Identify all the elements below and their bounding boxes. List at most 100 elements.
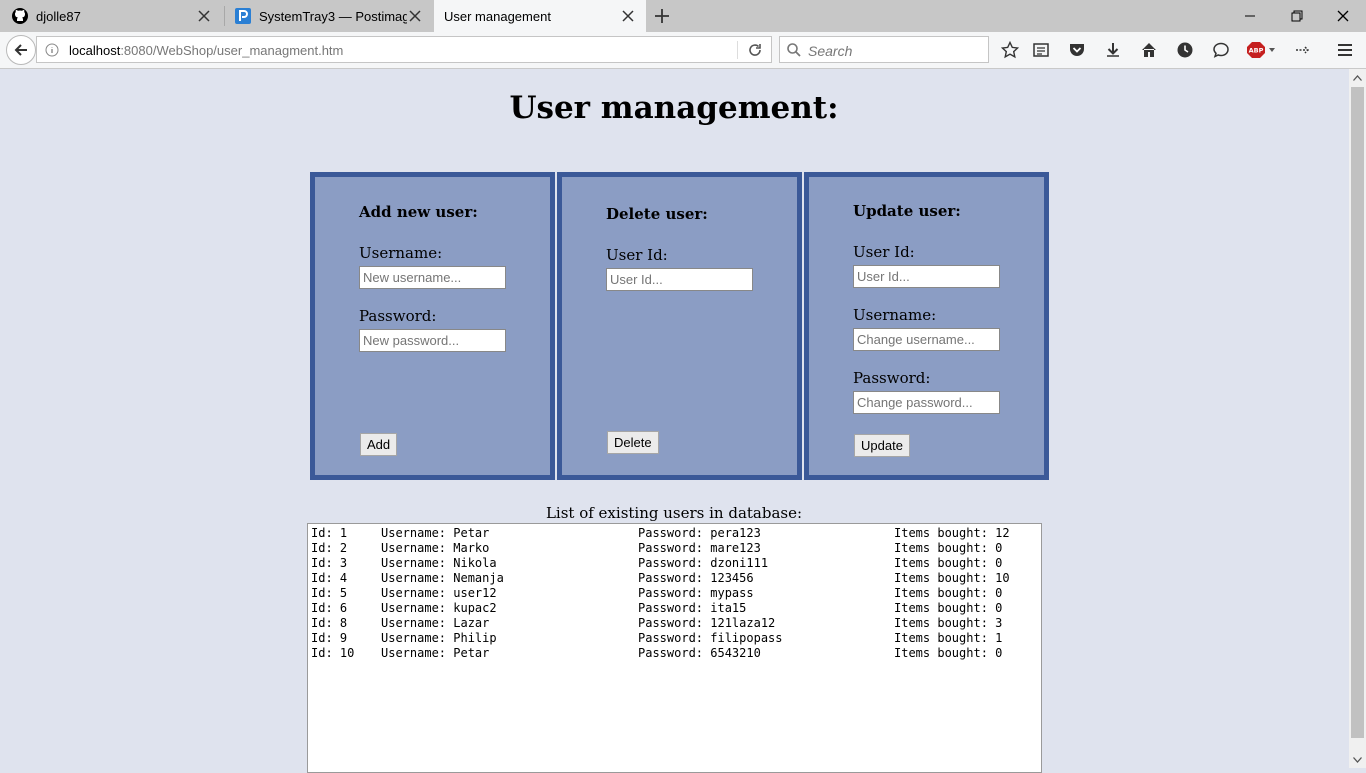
user-items-cell: Items bought: 0 bbox=[894, 556, 1003, 570]
user-username-cell: Username: Petar bbox=[381, 646, 490, 660]
user-password-cell: Password: ita15 bbox=[638, 601, 747, 615]
user-password-cell: Password: mare123 bbox=[638, 541, 761, 555]
reading-list-icon[interactable] bbox=[1031, 40, 1051, 60]
user-id-cell: Id: 2 bbox=[311, 541, 348, 555]
user-items-cell: Items bought: 0 bbox=[894, 586, 1003, 600]
adblock-label: ABP bbox=[1249, 47, 1264, 55]
close-tab-icon[interactable] bbox=[620, 8, 636, 24]
bookmark-star-icon[interactable] bbox=[1000, 40, 1020, 60]
user-password-cell: Password: pera123 bbox=[638, 526, 761, 540]
user-id-cell: Id: 8 bbox=[311, 616, 348, 630]
user-username-cell: Username: Marko bbox=[381, 541, 490, 555]
user-username-cell: Username: user12 bbox=[381, 586, 497, 600]
update-user-id-input[interactable] bbox=[853, 265, 1000, 288]
username-label: Username: bbox=[359, 244, 443, 262]
sync-icon[interactable] bbox=[1292, 40, 1312, 60]
url-path: :8080/WebShop/user_managment.htm bbox=[120, 43, 344, 58]
user-list-label: List of existing users in database: bbox=[545, 504, 803, 522]
tab-title: User management bbox=[444, 8, 551, 24]
user-items-cell: Items bought: 0 bbox=[894, 601, 1003, 615]
user-id-label: User Id: bbox=[853, 243, 915, 261]
user-password-cell: Password: dzoni111 bbox=[638, 556, 769, 570]
info-icon[interactable] bbox=[45, 43, 59, 57]
search-input[interactable] bbox=[806, 40, 980, 61]
pocket-icon[interactable] bbox=[1067, 40, 1087, 60]
close-tab-icon[interactable] bbox=[407, 8, 423, 24]
user-password-cell: Password: 121laza12 bbox=[638, 616, 776, 630]
search-icon bbox=[787, 43, 801, 57]
user-items-cell: Items bought: 10 bbox=[894, 571, 1010, 585]
scroll-up-icon[interactable] bbox=[1349, 69, 1366, 86]
github-icon bbox=[12, 8, 28, 24]
password-label: Password: bbox=[853, 369, 931, 387]
reload-icon[interactable] bbox=[747, 42, 763, 58]
add-user-heading: Add new user: bbox=[359, 203, 478, 221]
user-username-cell: Username: Nikola bbox=[381, 556, 497, 570]
user-id-cell: Id: 6 bbox=[311, 601, 348, 615]
tab-postimage[interactable]: SystemTray3 — Postimag... bbox=[225, 0, 433, 32]
back-arrow-icon bbox=[14, 44, 27, 56]
new-password-input[interactable] bbox=[359, 329, 506, 352]
delete-user-heading: Delete user: bbox=[606, 205, 708, 223]
add-button[interactable]: Add bbox=[360, 433, 398, 456]
tab-github[interactable]: djolle87 bbox=[0, 0, 222, 32]
delete-button[interactable]: Delete bbox=[607, 431, 659, 454]
back-button[interactable] bbox=[6, 35, 36, 65]
url-text: localhost:8080/WebShop/user_managment.ht… bbox=[69, 43, 343, 58]
search-bar[interactable] bbox=[779, 36, 989, 63]
user-items-cell: Items bought: 1 bbox=[894, 631, 1003, 645]
update-button[interactable]: Update bbox=[854, 434, 910, 457]
user-id-cell: Id: 10 bbox=[311, 646, 355, 660]
restore-icon[interactable] bbox=[1285, 4, 1309, 28]
user-username-cell: Username: Petar bbox=[381, 526, 490, 540]
user-id-cell: Id: 5 bbox=[311, 586, 348, 600]
minimize-icon[interactable] bbox=[1238, 4, 1262, 28]
new-username-input[interactable] bbox=[359, 266, 506, 289]
user-id-label: User Id: bbox=[606, 246, 668, 264]
change-username-input[interactable] bbox=[853, 328, 1000, 351]
user-id-cell: Id: 1 bbox=[311, 526, 348, 540]
user-password-cell: Password: mypass bbox=[638, 586, 754, 600]
user-items-cell: Items bought: 0 bbox=[894, 646, 1003, 660]
url-bar[interactable]: localhost:8080/WebShop/user_managment.ht… bbox=[36, 36, 772, 63]
user-username-cell: Username: Philip bbox=[381, 631, 497, 645]
delete-user-id-input[interactable] bbox=[606, 268, 753, 291]
password-label: Password: bbox=[359, 307, 437, 325]
home-icon[interactable] bbox=[1139, 40, 1159, 60]
close-tab-icon[interactable] bbox=[196, 8, 212, 24]
user-items-cell: Items bought: 3 bbox=[894, 616, 1003, 630]
user-username-cell: Username: Nemanja bbox=[381, 571, 504, 585]
download-icon[interactable] bbox=[1103, 40, 1123, 60]
user-username-cell: Username: kupac2 bbox=[381, 601, 497, 615]
close-window-icon[interactable] bbox=[1331, 4, 1355, 28]
url-separator bbox=[737, 41, 738, 59]
new-tab-icon[interactable] bbox=[652, 6, 672, 26]
url-host: localhost bbox=[69, 43, 121, 58]
adblock-icon[interactable]: ABP bbox=[1247, 40, 1277, 60]
page-scrollbar[interactable] bbox=[1349, 69, 1366, 768]
update-user-heading: Update user: bbox=[853, 202, 961, 220]
nav-bar: localhost:8080/WebShop/user_managment.ht… bbox=[0, 32, 1366, 69]
postimage-icon bbox=[235, 8, 251, 24]
user-id-cell: Id: 3 bbox=[311, 556, 348, 570]
tab-bar: djolle87 SystemTray3 — Postimag... User … bbox=[0, 0, 1366, 32]
user-username-cell: Username: Lazar bbox=[381, 616, 490, 630]
change-password-input[interactable] bbox=[853, 391, 1000, 414]
menu-icon[interactable] bbox=[1335, 40, 1355, 60]
scroll-thumb[interactable] bbox=[1351, 87, 1364, 738]
history-icon[interactable] bbox=[1175, 40, 1195, 60]
tab-user-management[interactable]: User management bbox=[434, 0, 646, 32]
user-list-textarea[interactable]: Id: 1 Username: Petar Password: pera123 Ite… bbox=[307, 523, 1042, 773]
add-user-panel: Add new user: Username: Password: Add bbox=[310, 172, 555, 480]
user-id-cell: Id: 9 bbox=[311, 631, 348, 645]
delete-user-panel: Delete user: User Id: Delete bbox=[557, 172, 802, 480]
user-password-cell: Password: 123456 bbox=[638, 571, 754, 585]
tab-title: SystemTray3 — Postimag... bbox=[259, 8, 407, 24]
user-id-cell: Id: 4 bbox=[311, 571, 348, 585]
scroll-down-icon[interactable] bbox=[1349, 751, 1366, 768]
user-items-cell: Items bought: 12 bbox=[894, 526, 1010, 540]
update-user-panel: Update user: User Id: Username: Password… bbox=[804, 172, 1049, 480]
username-label: Username: bbox=[853, 306, 937, 324]
chat-icon[interactable] bbox=[1211, 40, 1231, 60]
user-password-cell: Password: filipopass bbox=[638, 631, 783, 645]
